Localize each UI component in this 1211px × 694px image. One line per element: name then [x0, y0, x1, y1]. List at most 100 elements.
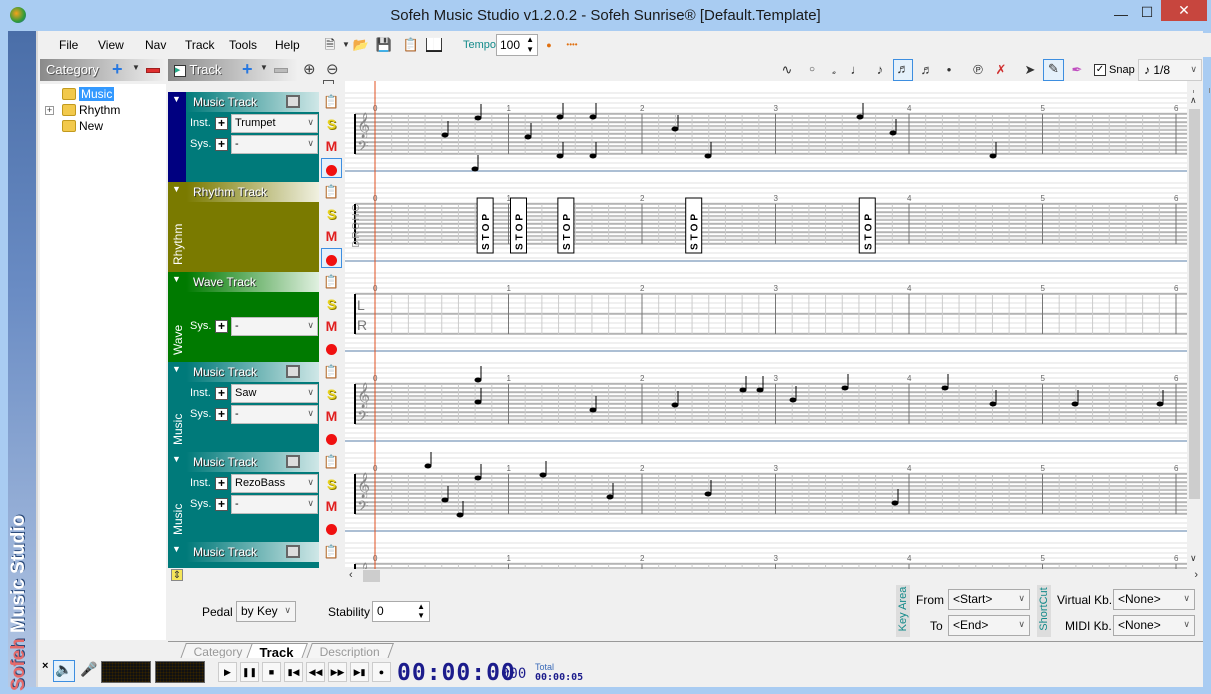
score-view[interactable]: 0123456𝄞𝄢0123456CHORDSTOPSTOPSTOPSTOPSTO… — [345, 81, 1187, 569]
record-arm-button[interactable] — [321, 158, 342, 178]
go-start-button[interactable]: ▮◀ — [284, 662, 303, 682]
mute-button[interactable]: M — [321, 496, 342, 516]
pause-button[interactable]: ❚❚ — [240, 662, 259, 682]
track-collapse-strip[interactable]: ▼ Music — [168, 452, 186, 542]
track-view-icon[interactable] — [286, 365, 300, 378]
midi-kb-select[interactable]: <None> ∨ — [1113, 615, 1195, 636]
eighth-note-icon[interactable]: ♪ — [871, 61, 889, 79]
menu-file[interactable]: File — [59, 38, 78, 52]
to-select[interactable]: <End> ∨ — [948, 615, 1030, 636]
track-collapse-strip[interactable]: ▼ — [168, 92, 186, 182]
rewind-button[interactable]: ◀◀ — [306, 662, 325, 682]
pedal-select[interactable]: by Key ∨ — [236, 601, 296, 622]
thirty-second-note-icon[interactable]: ♬ — [918, 61, 936, 79]
dot-icon[interactable]: ● — [940, 61, 958, 79]
record-arm-button[interactable] — [321, 518, 342, 538]
from-select[interactable]: <Start> ∨ — [948, 589, 1030, 610]
track-view-icon[interactable] — [286, 545, 300, 558]
remove-category-icon[interactable] — [146, 68, 160, 73]
tab-track[interactable]: Track — [246, 643, 308, 660]
add-system-icon[interactable]: + — [215, 138, 228, 151]
track-view-icon[interactable] — [286, 95, 300, 108]
tree-item-new[interactable]: New — [62, 119, 103, 133]
curve-tool-icon[interactable]: ∿ — [778, 61, 796, 79]
track-properties-icon[interactable]: 📋 — [321, 452, 342, 472]
track-view-icon[interactable] — [286, 455, 300, 468]
half-note-icon[interactable]: 𝅗 — [825, 61, 843, 79]
eraser-icon[interactable]: ✒ — [1068, 61, 1086, 79]
maximize-button[interactable]: ☐ — [1134, 4, 1160, 24]
mute-button[interactable]: M — [321, 406, 342, 426]
pencil-icon[interactable]: ✎ — [1043, 59, 1064, 81]
track-properties-icon[interactable]: 📋 — [321, 362, 342, 382]
expand-icon[interactable]: + — [45, 106, 54, 115]
pedal-off-icon[interactable]: ✗ — [992, 61, 1010, 79]
add-system-icon[interactable]: + — [215, 320, 228, 333]
vertical-scrollbar[interactable]: ∧ ∨ — [1187, 93, 1202, 569]
collapse-icon[interactable]: ▼ — [172, 544, 181, 554]
menu-tools[interactable]: Tools — [229, 38, 257, 52]
system-select[interactable]: - ∨ — [231, 405, 318, 424]
solo-button[interactable]: S — [321, 474, 342, 494]
record-arm-button[interactable] — [321, 338, 342, 358]
solo-button[interactable]: S — [321, 114, 342, 134]
track-collapse-strip[interactable]: ▼ — [168, 542, 186, 568]
mute-button[interactable]: M — [321, 226, 342, 246]
add-track-icon[interactable]: + — [242, 59, 253, 80]
minimize-button[interactable]: — — [1108, 6, 1134, 26]
pedal-icon[interactable]: ℗ — [969, 61, 987, 79]
solo-button[interactable]: S — [321, 294, 342, 314]
menu-view[interactable]: View — [98, 38, 124, 52]
scroll-right-icon[interactable]: › — [1194, 569, 1198, 581]
track-collapse-strip[interactable]: ▼ Rhythm — [168, 182, 186, 272]
tempo-input[interactable]: 100 ▲ ▼ — [496, 34, 538, 56]
go-end-button[interactable]: ▶▮ — [350, 662, 369, 682]
zoom-out-icon[interactable]: ⊖ — [326, 60, 339, 78]
zoom-in-icon[interactable]: ⊕ — [303, 60, 316, 78]
menu-track[interactable]: Track — [185, 38, 215, 52]
properties-icon[interactable]: 📋 — [402, 36, 420, 54]
close-transport-icon[interactable]: × — [42, 660, 48, 672]
add-instrument-icon[interactable]: + — [215, 477, 228, 490]
metronome-icon[interactable]: ● — [540, 36, 558, 54]
hscroll-thumb[interactable] — [363, 570, 380, 582]
add-system-icon[interactable]: + — [215, 408, 228, 421]
solo-button[interactable]: S — [321, 204, 342, 224]
sixteenth-note-icon[interactable]: ♬ — [893, 59, 913, 81]
close-button[interactable]: ✕ — [1161, 0, 1207, 21]
stability-input[interactable]: 0 ▲ ▼ — [372, 601, 430, 622]
track-collapse-strip[interactable]: ▼ Music — [168, 362, 186, 452]
add-dropdown-icon[interactable]: ▼ — [132, 63, 140, 72]
play-button[interactable]: ▶ — [218, 662, 237, 682]
piano-keyboard-icon[interactable]: ██ — [426, 38, 442, 52]
pointer-icon[interactable]: ➤ — [1021, 61, 1039, 79]
collapse-icon[interactable]: ▼ — [172, 184, 181, 194]
tab-category[interactable]: Category — [180, 643, 257, 659]
resize-tracks-icon[interactable]: ⇕ — [171, 569, 183, 581]
add-system-icon[interactable]: + — [215, 498, 228, 511]
record-arm-button[interactable] — [321, 428, 342, 448]
stability-spinner-icon[interactable]: ▲ ▼ — [417, 602, 425, 620]
instrument-select[interactable]: Saw ∨ — [231, 384, 318, 403]
vscroll-thumb[interactable] — [1189, 109, 1200, 499]
instrument-select[interactable]: Trumpet ∨ — [231, 114, 318, 133]
mute-button[interactable]: M — [321, 136, 342, 156]
note-value-select[interactable]: ♪ 1/8 ∨ — [1138, 59, 1202, 81]
scroll-down-icon[interactable]: ∨ — [1190, 553, 1197, 564]
system-select[interactable]: - ∨ — [231, 135, 318, 154]
quarter-note-icon[interactable]: ♩ — [848, 61, 866, 79]
speaker-icon[interactable]: 🔈 — [53, 660, 75, 682]
add-category-icon[interactable]: + — [112, 59, 123, 80]
track-properties-icon[interactable]: 📋 — [321, 182, 342, 202]
track-name[interactable]: Rhythm Track — [186, 182, 319, 202]
whole-note-icon[interactable]: ○ — [803, 61, 821, 79]
tempo-spinner-icon[interactable]: ▲ ▼ — [526, 35, 534, 55]
collapse-icon[interactable]: ▼ — [172, 274, 181, 284]
collapse-icon[interactable]: ▼ — [172, 454, 181, 464]
tree-item-rhythm[interactable]: Rhythm — [62, 103, 120, 117]
record-arm-button[interactable] — [321, 248, 342, 268]
track-properties-icon[interactable]: 📋 — [321, 272, 342, 292]
add-track-dropdown-icon[interactable]: ▼ — [260, 63, 268, 72]
horizontal-scrollbar[interactable]: ‹ › — [345, 569, 1202, 583]
tab-description[interactable]: Description — [306, 643, 394, 659]
